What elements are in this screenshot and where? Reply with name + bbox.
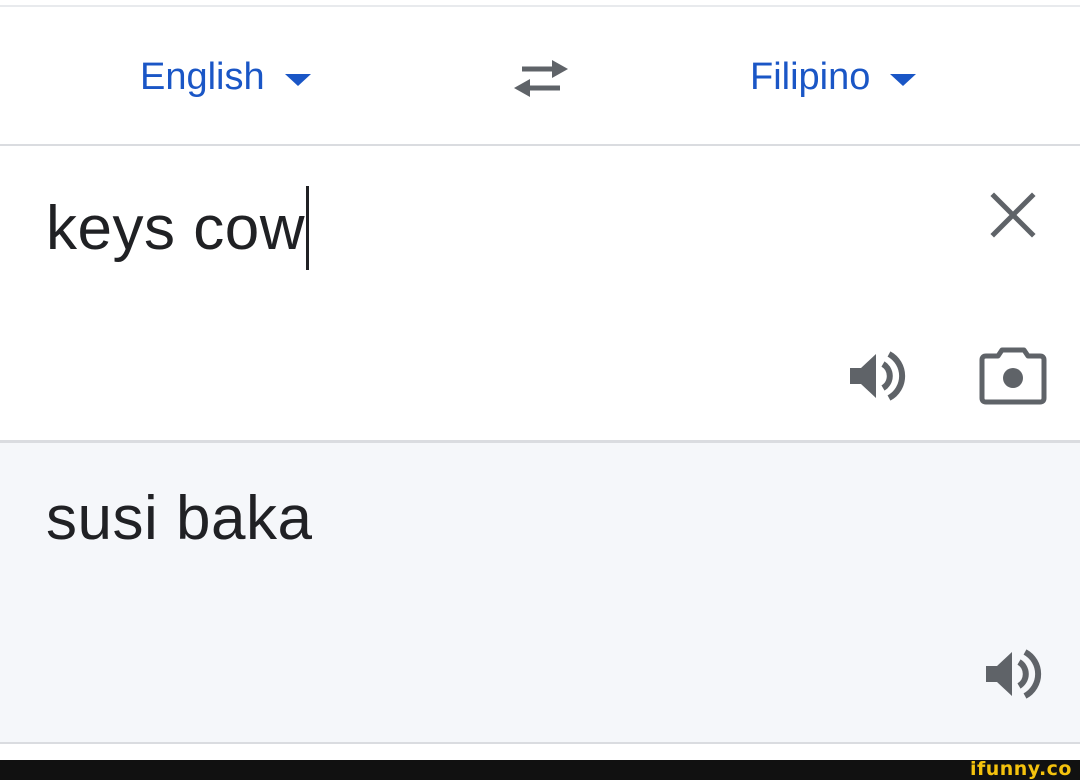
watermark-bar: ifunny.co	[0, 758, 1080, 780]
translated-text: susi baka	[46, 484, 313, 553]
source-language-label: English	[140, 55, 265, 98]
close-icon	[990, 192, 1036, 238]
text-cursor	[305, 186, 309, 270]
ifunny-watermark: ifunny.co	[969, 758, 1072, 780]
dropdown-caret-icon	[284, 74, 311, 86]
target-language-label: Filipino	[750, 55, 871, 98]
source-input-area[interactable]: keys cow	[0, 146, 1080, 440]
swap-languages-button[interactable]	[508, 57, 574, 107]
translate-app: English Filipino keys cow susi baka ifun…	[0, 0, 1080, 780]
language-bar: English Filipino	[0, 7, 1080, 145]
source-text: keys cow	[46, 193, 305, 263]
swap-arrows-icon	[514, 60, 568, 97]
bottom-spacer	[0, 744, 1080, 760]
translation-output-area: susi baka	[0, 443, 1080, 742]
listen-source-button[interactable]	[846, 348, 908, 404]
target-language-selector[interactable]: Filipino	[750, 55, 917, 99]
camera-button[interactable]	[978, 346, 1048, 406]
source-text-input[interactable]: keys cow	[46, 186, 309, 270]
dropdown-caret-icon	[890, 74, 917, 86]
source-language-selector[interactable]: English	[140, 55, 311, 99]
speaker-icon	[850, 351, 906, 401]
camera-icon	[979, 347, 1047, 405]
speaker-icon	[986, 649, 1042, 699]
listen-translation-button[interactable]	[982, 643, 1044, 705]
clear-text-button[interactable]	[988, 190, 1038, 240]
